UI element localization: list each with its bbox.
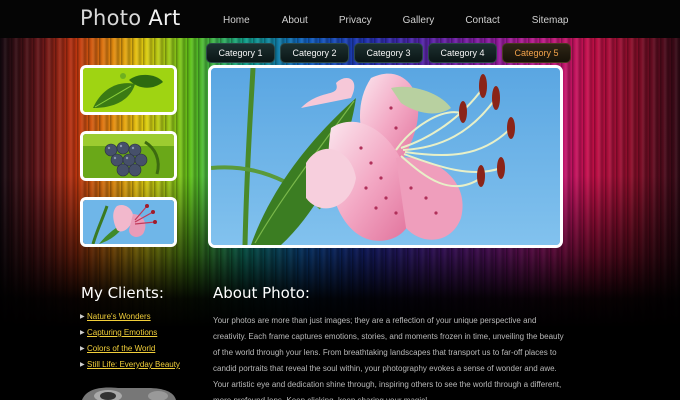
category-tabs: Category 1 Category 2 Category 3 Categor…	[206, 43, 571, 63]
nav-gallery[interactable]: Gallery	[403, 0, 435, 38]
thumbnail-grapes[interactable]	[80, 131, 177, 181]
about-text: Your photos are more than just images; t…	[213, 316, 564, 400]
pink-lily-image	[211, 68, 560, 245]
bullet-arrow-icon: ▶	[80, 346, 85, 352]
leaf-image	[83, 68, 174, 112]
header-bar: Photo Art Home About Privacy Gallery Con…	[0, 0, 680, 38]
logo-text-photo: Photo	[80, 6, 142, 30]
client-label: Nature's Wonders	[87, 312, 151, 321]
grapes-image	[83, 134, 174, 178]
client-label: Still Life: Everyday Beauty	[87, 360, 180, 369]
tab-category-1[interactable]: Category 1	[206, 43, 275, 63]
bullet-arrow-icon: ▶	[80, 314, 85, 320]
featured-image[interactable]	[208, 65, 563, 248]
logo-text-art: Art	[148, 6, 181, 30]
tab-category-3[interactable]: Category 3	[354, 43, 423, 63]
nav-home[interactable]: Home	[223, 0, 250, 38]
clients-heading: My Clients:	[81, 284, 164, 302]
client-link-1[interactable]: ▶ Nature's Wonders	[80, 312, 180, 328]
client-label: Colors of the World	[87, 344, 156, 353]
lily-thumb-image	[83, 200, 174, 244]
thumbnail-lily[interactable]	[80, 197, 177, 247]
thumbnail-leaf[interactable]	[80, 65, 177, 115]
site-logo[interactable]: Photo Art	[80, 6, 181, 30]
tab-category-2[interactable]: Category 2	[280, 43, 349, 63]
bullet-arrow-icon: ▶	[80, 330, 85, 336]
camera-image	[82, 387, 176, 400]
nav-about[interactable]: About	[282, 0, 308, 38]
about-heading: About Photo:	[213, 284, 310, 302]
client-link-3[interactable]: ▶ Colors of the World	[80, 344, 180, 360]
client-link-4[interactable]: ▶ Still Life: Everyday Beauty	[80, 360, 180, 376]
tab-category-5[interactable]: Category 5	[502, 43, 571, 63]
clients-list: ▶ Nature's Wonders ▶ Capturing Emotions ▶ C…	[80, 312, 180, 376]
nav-privacy[interactable]: Privacy	[339, 0, 372, 38]
nav-sitemap[interactable]: Sitemap	[532, 0, 569, 38]
client-label: Capturing Emotions	[87, 328, 158, 337]
tab-category-4[interactable]: Category 4	[428, 43, 497, 63]
bullet-arrow-icon: ▶	[80, 362, 85, 368]
client-link-2[interactable]: ▶ Capturing Emotions	[80, 328, 180, 344]
main-nav: Home About Privacy Gallery Contact Sitem…	[208, 0, 568, 38]
nav-contact[interactable]: Contact	[465, 0, 499, 38]
